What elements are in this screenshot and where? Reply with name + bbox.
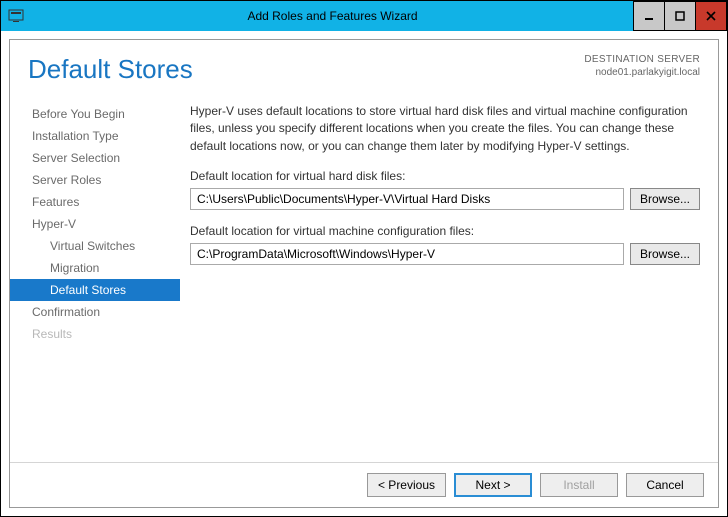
main: Hyper-V uses default locations to store … (180, 97, 718, 462)
cancel-button[interactable]: Cancel (626, 473, 704, 497)
window-controls (634, 1, 727, 31)
wizard-panel: Default Stores DESTINATION SERVER node01… (9, 39, 719, 508)
vhd-location-input[interactable] (190, 188, 624, 210)
nav-installation-type[interactable]: Installation Type (10, 125, 180, 147)
config-location-row: Browse... (190, 243, 700, 265)
nav-virtual-switches[interactable]: Virtual Switches (10, 235, 180, 257)
sidebar: Before You Begin Installation Type Serve… (10, 97, 180, 462)
nav-server-roles[interactable]: Server Roles (10, 169, 180, 191)
config-location-label: Default location for virtual machine con… (190, 224, 700, 238)
nav-confirmation[interactable]: Confirmation (10, 301, 180, 323)
header-area: Default Stores DESTINATION SERVER node01… (10, 40, 718, 97)
nav-migration[interactable]: Migration (10, 257, 180, 279)
nav-default-stores[interactable]: Default Stores (10, 279, 180, 301)
nav-results: Results (10, 323, 180, 345)
vhd-browse-button[interactable]: Browse... (630, 188, 700, 210)
maximize-button[interactable] (664, 1, 696, 31)
previous-button[interactable]: < Previous (367, 473, 446, 497)
nav-server-selection[interactable]: Server Selection (10, 147, 180, 169)
destination-label: DESTINATION SERVER (584, 54, 700, 67)
description-text: Hyper-V uses default locations to store … (190, 103, 700, 155)
body: Before You Begin Installation Type Serve… (10, 97, 718, 462)
nav-hyper-v[interactable]: Hyper-V (10, 213, 180, 235)
minimize-button[interactable] (633, 1, 665, 31)
nav-features[interactable]: Features (10, 191, 180, 213)
next-button[interactable]: Next > (454, 473, 532, 497)
destination-server: DESTINATION SERVER node01.parlakyigit.lo… (584, 54, 700, 79)
app-icon (1, 1, 31, 31)
window-title: Add Roles and Features Wizard (31, 1, 634, 31)
config-browse-button[interactable]: Browse... (630, 243, 700, 265)
close-button[interactable] (695, 1, 727, 31)
vhd-location-row: Browse... (190, 188, 700, 210)
nav-before-you-begin[interactable]: Before You Begin (10, 103, 180, 125)
window-frame: Add Roles and Features Wizard Default St… (0, 0, 728, 517)
config-location-input[interactable] (190, 243, 624, 265)
destination-value: node01.parlakyigit.local (584, 67, 700, 80)
vhd-location-label: Default location for virtual hard disk f… (190, 169, 700, 183)
footer: < Previous Next > Install Cancel (10, 462, 718, 507)
titlebar[interactable]: Add Roles and Features Wizard (1, 1, 727, 31)
install-button: Install (540, 473, 618, 497)
